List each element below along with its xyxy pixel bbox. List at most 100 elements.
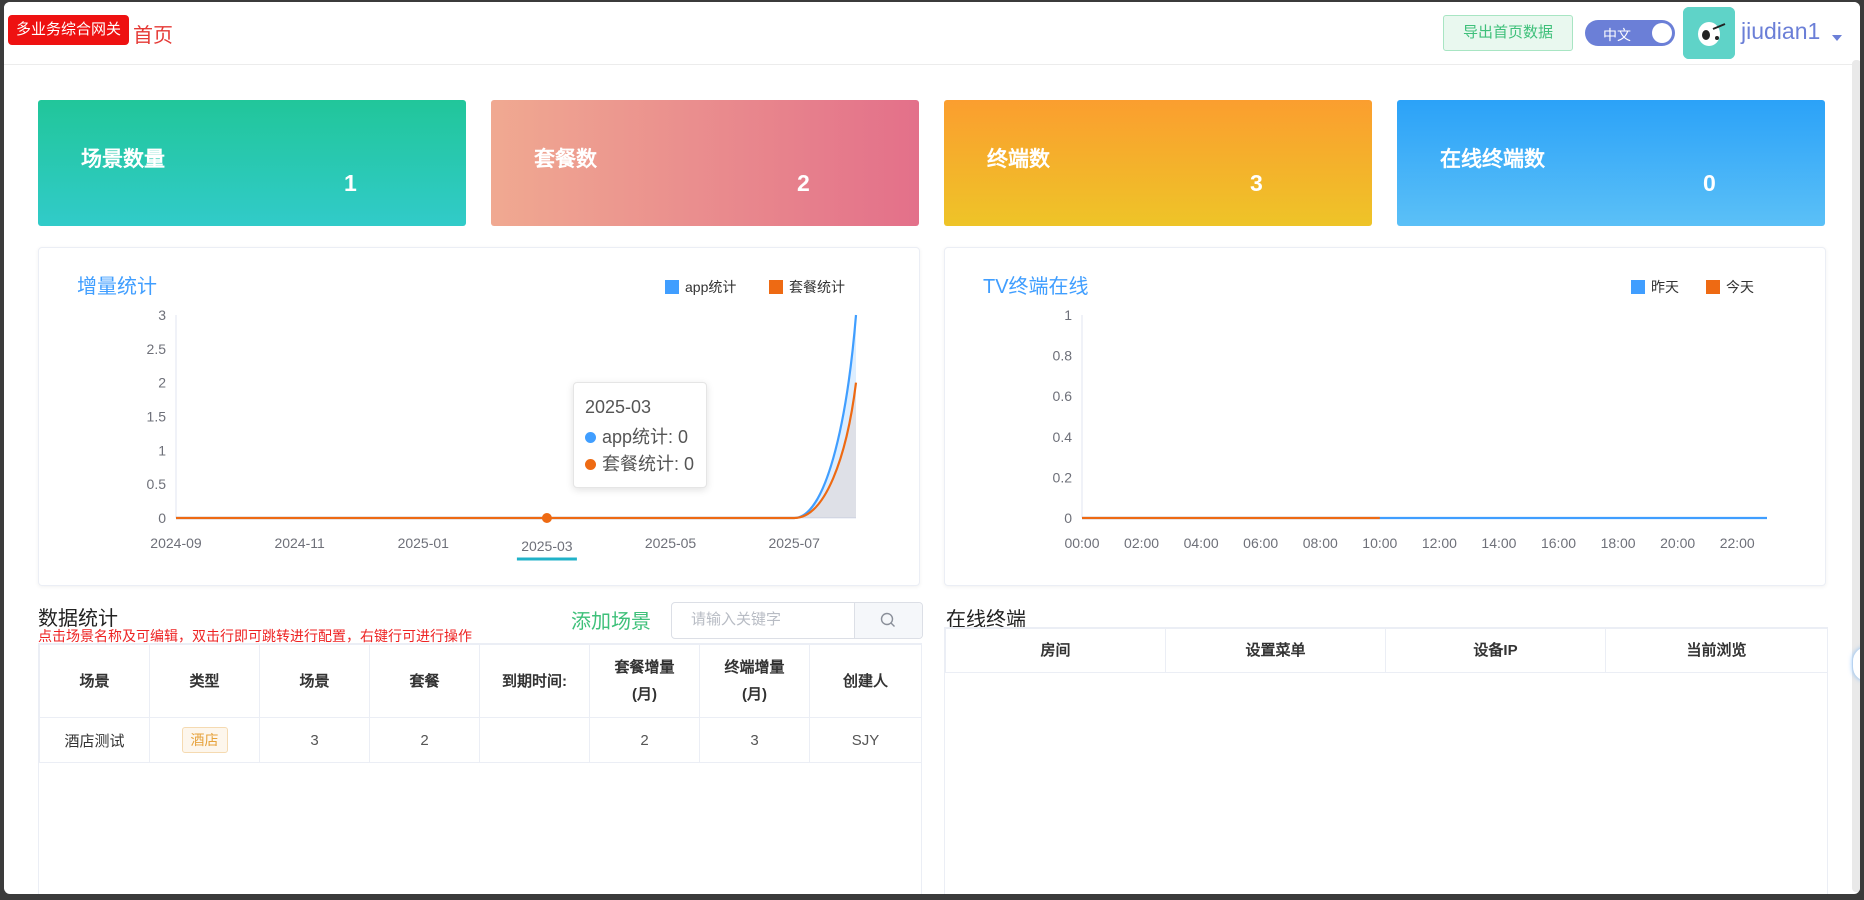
legend-swatch bbox=[1706, 280, 1720, 294]
y-tick-label: 0.5 bbox=[147, 476, 167, 492]
y-tick-label: 2.5 bbox=[147, 341, 167, 357]
x-tick-label: 00:00 bbox=[1064, 535, 1099, 551]
column-header[interactable]: 场景 bbox=[259, 644, 370, 718]
x-tick-label: 2025-01 bbox=[398, 535, 450, 551]
y-tick-label: 1 bbox=[1064, 307, 1072, 323]
brand-logo: 多业务综合网关 bbox=[8, 15, 130, 45]
terminal-inc-cell: 3 bbox=[699, 717, 810, 763]
column-header[interactable]: 设备IP bbox=[1385, 628, 1606, 673]
x-tick-label: 12:00 bbox=[1422, 535, 1457, 551]
stat-card-terminals: 终端数 3 bbox=[944, 100, 1372, 226]
column-header[interactable]: 到期时间: bbox=[479, 644, 590, 718]
online-terminals-table: 房间 设置菜单 设备IP 当前浏览 bbox=[944, 627, 1828, 894]
language-label: 中文 bbox=[1603, 27, 1631, 43]
column-header[interactable]: 类型 bbox=[149, 644, 260, 718]
stat-value: 1 bbox=[344, 170, 357, 196]
y-tick-label: 0 bbox=[158, 510, 166, 526]
increment-chart[interactable]: 0 0.5 1 1.5 2 2.5 3 2024-09 2024-11 2025-01 2025-0… bbox=[39, 248, 919, 585]
chevron-down-icon[interactable] bbox=[1832, 35, 1842, 41]
toggle-knob bbox=[1652, 23, 1672, 43]
search-input[interactable] bbox=[673, 604, 869, 635]
legend-label: 套餐统计 bbox=[789, 279, 845, 295]
legend-label: 今天 bbox=[1726, 279, 1754, 295]
increment-chart-panel: 0 0.5 1 1.5 2 2.5 3 2024-09 2024-11 2025-01 2025-0… bbox=[38, 247, 920, 586]
y-tick-label: 2 bbox=[158, 375, 166, 391]
column-header[interactable]: 场景 bbox=[39, 644, 150, 718]
home-link[interactable]: 首页 bbox=[133, 19, 173, 48]
chart-title: 增量统计 bbox=[77, 276, 157, 298]
y-tick-label: 0.8 bbox=[1053, 348, 1073, 364]
y-tick-label: 0.6 bbox=[1053, 388, 1073, 404]
page-scrollbar[interactable] bbox=[1852, 60, 1860, 892]
y-tick-label: 1 bbox=[158, 442, 166, 458]
x-tick-label: 02:00 bbox=[1124, 535, 1159, 551]
y-tick-label: 1.5 bbox=[147, 409, 167, 425]
stat-card-packages: 套餐数 2 bbox=[491, 100, 919, 226]
column-header[interactable]: 套餐 bbox=[369, 644, 480, 718]
language-toggle[interactable]: 中文 bbox=[1585, 20, 1675, 46]
x-tick-label: 2025-03 bbox=[521, 538, 573, 554]
stat-card-online-terminals: 在线终端数 0 bbox=[1397, 100, 1825, 226]
tooltip-row-text: app统计: 0 bbox=[602, 427, 689, 447]
column-header[interactable]: 终端增量 (月) bbox=[699, 644, 810, 718]
top-header: 多业务综合网关 首页 导出首页数据 中文 jiudian1 bbox=[4, 2, 1860, 65]
chart-tooltip: 2025-03 app统计: 0 套餐统计: 0 bbox=[573, 382, 707, 488]
package-cell: 2 bbox=[369, 717, 480, 763]
chart-title: TV终端在线 bbox=[983, 276, 1089, 298]
search-icon bbox=[880, 612, 895, 627]
legend-swatch bbox=[1631, 280, 1645, 294]
series-dot bbox=[585, 432, 596, 443]
y-tick-label: 0 bbox=[1064, 510, 1072, 526]
column-header[interactable]: 房间 bbox=[945, 628, 1166, 673]
stat-card-scenes: 场景数量 1 bbox=[38, 100, 466, 226]
legend-label: app统计 bbox=[685, 279, 736, 295]
x-tick-label: 2025-05 bbox=[645, 535, 697, 551]
x-tick-label: 06:00 bbox=[1243, 535, 1278, 551]
x-tick-label: 10:00 bbox=[1362, 535, 1397, 551]
stat-label: 在线终端数 bbox=[1440, 148, 1545, 171]
column-header[interactable]: 套餐增量 (月) bbox=[589, 644, 700, 718]
tooltip-title: 2025-03 bbox=[585, 397, 652, 417]
scene-count-cell: 3 bbox=[259, 717, 370, 763]
username[interactable]: jiudian1 bbox=[1741, 18, 1820, 45]
x-tick-label: 16:00 bbox=[1541, 535, 1576, 551]
table-row[interactable]: 酒店测试 酒店 3 2 2 3 SJY bbox=[39, 717, 921, 763]
stat-label: 终端数 bbox=[987, 148, 1050, 171]
stat-value: 2 bbox=[797, 170, 810, 196]
avatar-icon bbox=[1683, 7, 1735, 59]
stat-label: 场景数量 bbox=[81, 148, 165, 171]
add-scene-button[interactable]: 添加场景 bbox=[571, 605, 651, 634]
column-header[interactable]: 当前浏览 bbox=[1605, 628, 1827, 673]
x-tick-label: 18:00 bbox=[1601, 535, 1636, 551]
column-header[interactable]: 创建人 bbox=[809, 644, 921, 718]
x-tick-label: 2024-11 bbox=[274, 535, 325, 551]
data-table: 场景 类型 场景 套餐 到期时间: 套餐增量 (月) 终端增量 (月) 创建人 酒店… bbox=[38, 643, 922, 894]
legend-label: 昨天 bbox=[1651, 279, 1679, 295]
legend-swatch bbox=[769, 280, 783, 294]
y-tick-label: 0.4 bbox=[1053, 429, 1073, 445]
export-button[interactable]: 导出首页数据 bbox=[1443, 15, 1573, 51]
package-inc-cell: 2 bbox=[589, 717, 700, 763]
stat-value: 0 bbox=[1703, 170, 1716, 196]
search-button[interactable] bbox=[854, 603, 922, 638]
column-header[interactable]: 设置菜单 bbox=[1165, 628, 1386, 673]
x-tick-label: 22:00 bbox=[1720, 535, 1755, 551]
x-tick-label: 04:00 bbox=[1184, 535, 1219, 551]
x-tick-label: 2025-07 bbox=[768, 535, 820, 551]
y-tick-label: 3 bbox=[158, 307, 166, 323]
avatar[interactable] bbox=[1683, 7, 1735, 59]
x-tick-label: 14:00 bbox=[1481, 535, 1516, 551]
x-tick-label: 08:00 bbox=[1303, 535, 1338, 551]
tooltip-row-app: app统计: 0 bbox=[585, 423, 688, 449]
type-tag: 酒店 bbox=[181, 727, 228, 753]
x-tick-label: 20:00 bbox=[1660, 535, 1695, 551]
scene-name-cell[interactable]: 酒店测试 bbox=[39, 717, 150, 763]
tooltip-row-text: 套餐统计: 0 bbox=[602, 454, 695, 474]
series-area bbox=[176, 382, 856, 518]
expire-cell bbox=[479, 717, 590, 763]
table-header-row: 房间 设置菜单 设备IP 当前浏览 bbox=[945, 628, 1827, 673]
series-dot bbox=[585, 459, 596, 470]
stat-label: 套餐数 bbox=[534, 148, 597, 171]
x-tick-label: 2024-09 bbox=[150, 535, 202, 551]
data-point bbox=[541, 513, 552, 523]
